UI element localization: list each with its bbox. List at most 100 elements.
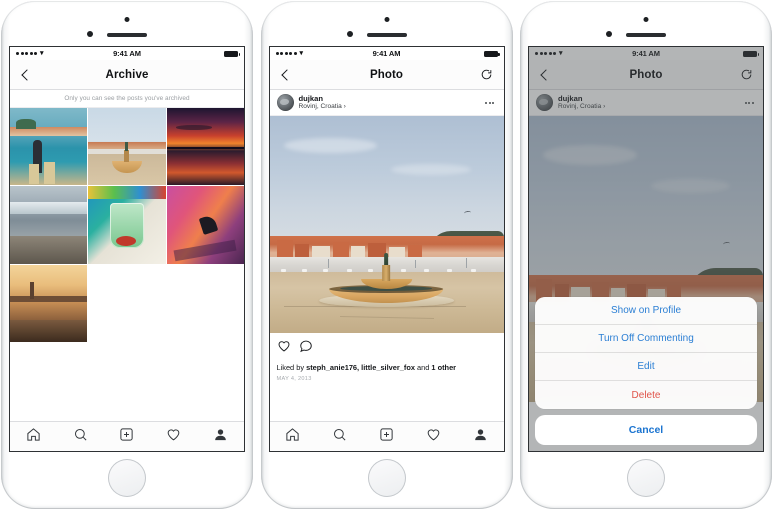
- statue: [384, 252, 389, 265]
- nav-bar-photo: Photo: [529, 60, 763, 90]
- liked-by-join: and: [414, 363, 432, 372]
- back-button[interactable]: [10, 60, 44, 89]
- post-more-button[interactable]: [742, 101, 756, 104]
- refresh-button[interactable]: [729, 60, 763, 89]
- page-title: Photo: [629, 68, 663, 81]
- grid-item-photo-pink-sunset-boat[interactable]: [166, 186, 244, 264]
- avatar[interactable]: [276, 94, 294, 111]
- refresh-icon: [741, 69, 751, 80]
- post-author-block: dujkan Rovinj, Croatia ›: [558, 95, 737, 110]
- device-top-hardware: [261, 17, 513, 45]
- home-button[interactable]: [108, 459, 146, 497]
- post-header: dujkan Rovinj, Croatia ›: [529, 90, 763, 116]
- likes-summary: Liked by steph_anie176, little_silver_fo…: [269, 358, 504, 373]
- post-more-button[interactable]: [483, 101, 497, 104]
- liked-by-more[interactable]: 1 other: [431, 363, 456, 372]
- ellipsis-icon: [485, 101, 487, 104]
- status-bar-right: [400, 50, 500, 57]
- avatar[interactable]: [536, 94, 553, 111]
- post-username[interactable]: dujkan: [558, 95, 737, 103]
- tab-profile[interactable]: [473, 427, 488, 447]
- liked-by-prefix: Liked by: [276, 363, 307, 372]
- proximity-sensor-icon: [606, 31, 612, 37]
- grid-item-photo-mojito-drink[interactable]: [88, 186, 166, 264]
- post-actions: [269, 333, 504, 358]
- tab-activity[interactable]: [166, 427, 181, 447]
- like-button[interactable]: [277, 339, 291, 358]
- status-bar-left: ▾: [275, 50, 373, 57]
- wifi-icon: ▾: [299, 50, 304, 57]
- tab-profile[interactable]: [213, 427, 228, 447]
- battery-full-icon: [743, 50, 759, 57]
- earpiece-speaker: [366, 33, 407, 37]
- front-camera-icon: [643, 17, 649, 22]
- post-username[interactable]: dujkan: [299, 95, 478, 103]
- tab-bar: [10, 421, 244, 451]
- tab-search[interactable]: [73, 427, 88, 447]
- grid-item-photo-golden-town-dusk[interactable]: [10, 264, 88, 343]
- three-phone-mockup: ▾ 9:41 AM Archive Only you can see the p…: [0, 0, 773, 510]
- chevron-left-icon: [21, 68, 33, 81]
- comment-icon: [299, 340, 312, 353]
- comment-button[interactable]: [299, 339, 313, 358]
- grid-empty-space: [10, 342, 244, 421]
- nav-bar-archive: Archive: [10, 60, 244, 90]
- fountain: [318, 252, 455, 307]
- post-date: MAY 4, 2013: [269, 372, 504, 389]
- action-turn-off-commenting[interactable]: Turn Off Commenting: [535, 325, 757, 353]
- wifi-icon: ▾: [40, 50, 44, 57]
- action-sheet: Show on Profile Turn Off Commenting Edit…: [529, 297, 763, 451]
- action-delete[interactable]: Delete: [535, 381, 757, 409]
- screen-photo: ▾ 9:41 AM Photo dujkan Rovinj, Croatia ›…: [269, 47, 504, 451]
- grid-item-photo-sunset-sea[interactable]: [166, 108, 244, 186]
- tab-bar: [269, 421, 504, 451]
- back-button[interactable]: [529, 60, 563, 89]
- grid-item-photo-fountain-square[interactable]: [88, 108, 166, 186]
- status-bar-left: ▾: [535, 50, 632, 57]
- device-top-hardware: [1, 17, 253, 45]
- battery-full-icon: [224, 50, 240, 57]
- tab-search[interactable]: [332, 427, 347, 447]
- action-cancel[interactable]: Cancel: [535, 415, 757, 445]
- status-bar-right: [141, 50, 240, 57]
- grid-item-photo-man-harbor[interactable]: [10, 108, 88, 186]
- action-edit[interactable]: Edit: [535, 353, 757, 381]
- post-location[interactable]: Rovinj, Croatia ›: [299, 103, 478, 111]
- page-title: Photo: [369, 68, 404, 81]
- tab-add[interactable]: [119, 427, 134, 447]
- status-bar-clock: 9:41 AM: [113, 49, 141, 58]
- post-author-block: dujkan Rovinj, Croatia ›: [299, 95, 478, 110]
- iphone-device-archive: ▾ 9:41 AM Archive Only you can see the p…: [1, 1, 253, 509]
- signal-dots-icon: [535, 52, 556, 55]
- ellipsis-icon: [744, 101, 747, 104]
- tab-home[interactable]: [285, 427, 300, 447]
- chevron-left-icon: [540, 68, 552, 81]
- iphone-device-action-sheet: ▾ 9:41 AM Photo dujkan Rovinj, Croatia ›…: [520, 1, 772, 509]
- back-button[interactable]: [270, 60, 304, 89]
- wifi-icon: ▾: [559, 50, 563, 57]
- tab-home[interactable]: [26, 427, 41, 447]
- action-show-on-profile[interactable]: Show on Profile: [535, 297, 757, 325]
- front-camera-icon: [384, 17, 389, 22]
- post-empty-space: [269, 388, 504, 421]
- home-button[interactable]: [367, 459, 406, 497]
- screen-archive: ▾ 9:41 AM Archive Only you can see the p…: [10, 47, 244, 451]
- home-button[interactable]: [627, 459, 665, 497]
- post-location[interactable]: Rovinj, Croatia ›: [558, 103, 737, 111]
- tab-activity[interactable]: [426, 427, 441, 447]
- signal-dots-icon: [16, 52, 37, 55]
- chevron-left-icon: [280, 68, 293, 81]
- refresh-button[interactable]: [470, 60, 504, 89]
- status-bar: ▾ 9:41 AM: [529, 47, 763, 60]
- liked-by-names[interactable]: steph_anie176, little_silver_fox: [306, 363, 415, 372]
- status-bar-right: [660, 50, 759, 57]
- grid-item-photo-rocky-coast[interactable]: [10, 186, 88, 264]
- iphone-device-photo: ▾ 9:41 AM Photo dujkan Rovinj, Croatia ›…: [260, 1, 513, 509]
- proximity-sensor-icon: [346, 31, 353, 37]
- post-photo[interactable]: [269, 116, 504, 333]
- tab-add[interactable]: [379, 427, 394, 447]
- battery-full-icon: [483, 50, 500, 57]
- front-camera-icon: [124, 17, 130, 22]
- status-bar-clock: 9:41 AM: [372, 49, 401, 58]
- post-header: dujkan Rovinj, Croatia ›: [269, 90, 504, 116]
